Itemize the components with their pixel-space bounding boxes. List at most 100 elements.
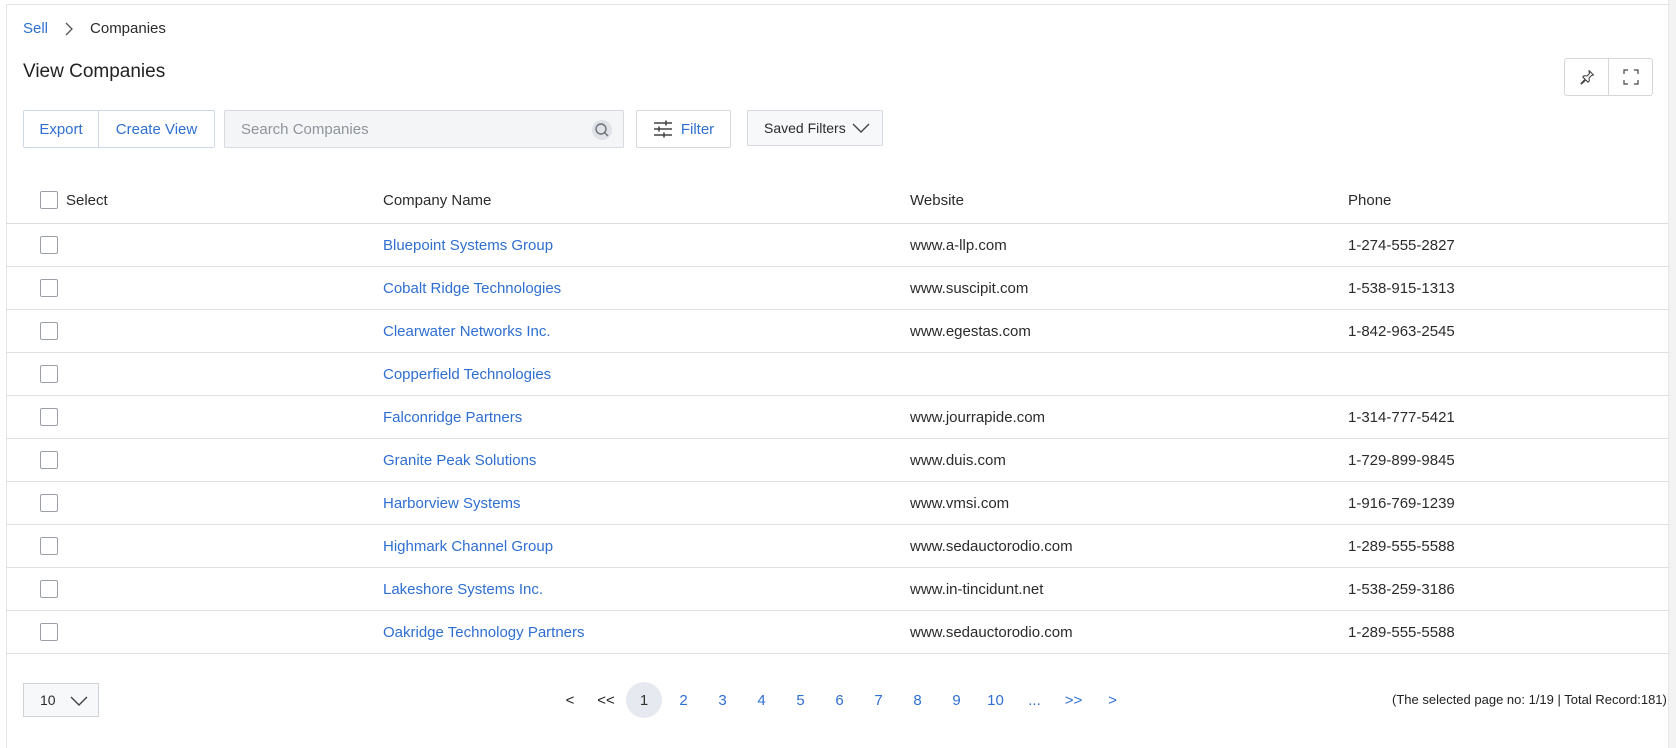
website-cell: www.duis.com: [910, 451, 1006, 469]
company-name-link[interactable]: Highmark Channel Group: [383, 538, 553, 555]
row-checkbox[interactable]: [40, 537, 58, 555]
row-select-cell: [40, 482, 58, 524]
page-number-button[interactable]: 5: [781, 682, 820, 718]
phone-header[interactable]: Phone: [1348, 177, 1391, 223]
filter-button[interactable]: Filter: [636, 110, 731, 148]
row-checkbox[interactable]: [40, 451, 58, 469]
table-row: Falconridge Partners www.jourrapide.com 1-…: [6, 396, 1668, 439]
phone-cell: 1-274-555-2827: [1348, 236, 1455, 254]
row-select-cell: [40, 396, 58, 438]
phone-cell: 1-538-915-1313: [1348, 279, 1455, 297]
table-row: Granite Peak Solutions www.duis.com 1-729-…: [6, 439, 1668, 482]
table-row: Highmark Channel Group www.sedauctorodio.…: [6, 525, 1668, 568]
breadcrumb: Sell Companies: [23, 20, 166, 37]
company-name-header[interactable]: Company Name: [383, 177, 491, 223]
row-select-cell: [40, 525, 58, 567]
company-name-link[interactable]: Granite Peak Solutions: [383, 452, 536, 469]
create-view-button[interactable]: Create View: [98, 111, 214, 147]
row-select-cell: [40, 439, 58, 481]
chevron-right-icon: [65, 22, 73, 35]
website-cell: www.vmsi.com: [910, 494, 1010, 512]
breadcrumb-sell-link[interactable]: Sell: [23, 20, 48, 37]
company-name-link[interactable]: Clearwater Networks Inc.: [383, 323, 551, 340]
fullscreen-button[interactable]: [1608, 59, 1652, 95]
select-all-checkbox[interactable]: [40, 191, 58, 209]
page-number-button[interactable]: 4: [742, 682, 781, 718]
row-select-cell: [40, 611, 58, 653]
saved-filters-dropdown[interactable]: Saved Filters: [747, 110, 883, 146]
page-number-button[interactable]: 2: [664, 682, 703, 718]
company-name-cell: Granite Peak Solutions: [383, 439, 536, 481]
fullscreen-icon: [1622, 69, 1639, 85]
row-checkbox[interactable]: [40, 236, 58, 254]
sliders-icon: [653, 120, 672, 138]
company-name-link[interactable]: Cobalt Ridge Technologies: [383, 280, 561, 297]
table-row: Oakridge Technology Partners www.sedaucto…: [6, 611, 1668, 654]
pin-button[interactable]: [1565, 59, 1608, 95]
first-page-button[interactable]: <<: [588, 682, 624, 718]
page-size-value: 10: [40, 692, 56, 708]
company-name-cell: Cobalt Ridge Technologies: [383, 267, 561, 309]
search-icon[interactable]: [591, 119, 613, 141]
pagination: < << 1 2 3 4 5 6 7 8 9 10 ... >> >: [552, 682, 1132, 718]
company-name-cell: Lakeshore Systems Inc.: [383, 568, 543, 610]
company-name-cell: Harborview Systems: [383, 482, 521, 524]
page-number-button[interactable]: 9: [937, 682, 976, 718]
company-name-link[interactable]: Falconridge Partners: [383, 409, 522, 426]
website-cell: www.jourrapide.com: [910, 408, 1046, 426]
company-name-link[interactable]: Harborview Systems: [383, 495, 521, 512]
page-number-button[interactable]: 10: [976, 682, 1015, 718]
phone-cell: 1-538-259-3186: [1348, 580, 1455, 598]
row-checkbox[interactable]: [40, 365, 58, 383]
page-number-button[interactable]: 7: [859, 682, 898, 718]
table-row: Bluepoint Systems Group www.a-llp.com 1-27…: [6, 224, 1668, 267]
phone-cell: 1-289-555-5588: [1348, 537, 1455, 555]
scrollbar[interactable]: [1668, 0, 1676, 748]
saved-filters-label: Saved Filters: [764, 120, 846, 136]
row-checkbox[interactable]: [40, 580, 58, 598]
website-cell: www.in-tincidunt.net: [910, 580, 1044, 598]
website-cell: www.a-llp.com: [910, 236, 1007, 254]
chevron-down-icon: [852, 123, 870, 133]
page-number-button[interactable]: 3: [703, 682, 742, 718]
company-name-link[interactable]: Copperfield Technologies: [383, 366, 551, 383]
page-number-button[interactable]: 8: [898, 682, 937, 718]
row-select-cell: [40, 267, 58, 309]
page-numbers: 1 2 3 4 5 6 7 8 9 10: [624, 682, 1015, 718]
page-size-select[interactable]: 10: [23, 683, 99, 717]
prev-page-button[interactable]: <: [552, 682, 588, 718]
website-cell: www.sedauctorodio.com: [910, 537, 1073, 555]
page-number-button[interactable]: 1: [626, 682, 662, 718]
row-select-cell: [40, 568, 58, 610]
website-header[interactable]: Website: [910, 177, 964, 223]
search-input[interactable]: [225, 111, 581, 147]
table-header: Select Company Name Website Phone: [6, 177, 1668, 224]
last-page-button[interactable]: >>: [1054, 682, 1093, 718]
phone-cell: 1-289-555-5588: [1348, 623, 1455, 641]
export-button[interactable]: Export: [24, 111, 98, 147]
row-select-cell: [40, 353, 58, 395]
top-actions: [1564, 58, 1653, 96]
row-select-cell: [40, 224, 58, 266]
row-checkbox[interactable]: [40, 279, 58, 297]
row-checkbox[interactable]: [40, 623, 58, 641]
phone-cell: 1-729-899-9845: [1348, 451, 1455, 469]
company-name-link[interactable]: Oakridge Technology Partners: [383, 624, 585, 641]
company-name-cell: Copperfield Technologies: [383, 353, 551, 395]
website-cell: www.sedauctorodio.com: [910, 623, 1073, 641]
row-checkbox[interactable]: [40, 322, 58, 340]
next-page-button[interactable]: >: [1093, 682, 1132, 718]
companies-table: Select Company Name Website Phone Bluepo…: [6, 177, 1668, 654]
company-name-cell: Clearwater Networks Inc.: [383, 310, 551, 352]
company-name-link[interactable]: Lakeshore Systems Inc.: [383, 581, 543, 598]
pin-icon: [1579, 69, 1594, 85]
pagination-ellipsis: ...: [1028, 691, 1041, 709]
page-number-button[interactable]: 6: [820, 682, 859, 718]
website-cell: www.egestas.com: [910, 322, 1031, 340]
filter-label: Filter: [680, 120, 715, 138]
row-checkbox[interactable]: [40, 494, 58, 512]
website-cell: www.suscipit.com: [910, 279, 1029, 297]
row-checkbox[interactable]: [40, 408, 58, 426]
table-row: Copperfield Technologies: [6, 353, 1668, 396]
company-name-link[interactable]: Bluepoint Systems Group: [383, 237, 553, 254]
